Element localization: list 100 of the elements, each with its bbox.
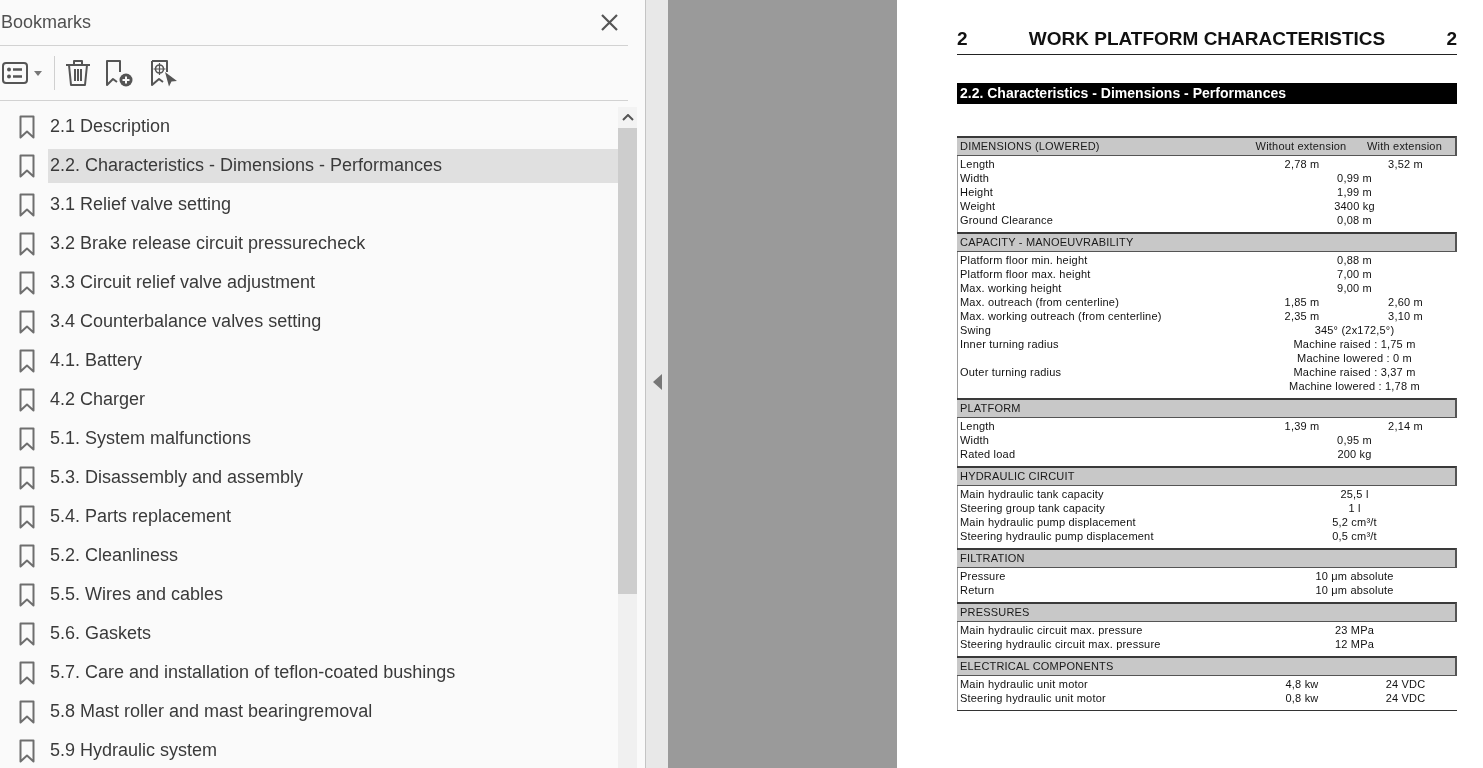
list-icon (2, 62, 28, 84)
row-value: Machine lowered : 1,78 m (1289, 380, 1420, 392)
row-value: 10 μm absolute (1315, 584, 1394, 596)
bookmark-icon (19, 387, 35, 412)
bookmark-item[interactable]: 5.7. Care and installation of teflon-coated bushings (48, 655, 618, 690)
row-value: 9,00 m (1337, 282, 1372, 294)
section-title: HYDRAULIC CIRCUIT (960, 470, 1075, 482)
select-bookmark-button[interactable] (150, 58, 178, 88)
bookmark-item[interactable]: 5.9 Hydraulic system (48, 733, 618, 768)
row-label: Rated load (960, 448, 1016, 460)
row-label: Height (960, 186, 993, 198)
bookmark-icon (19, 504, 35, 529)
row-label: Main hydraulic circuit max. pressure (960, 624, 1143, 636)
delete-button[interactable] (65, 58, 91, 88)
row-label: Width (960, 434, 990, 446)
row-value: 0,95 m (1337, 434, 1372, 446)
caret-down-icon (34, 70, 42, 76)
row-label: Main hydraulic pump displacement (960, 516, 1136, 528)
bookmark-cursor-icon (150, 59, 178, 87)
bookmark-item[interactable]: 5.8 Mast roller and mast bearingremoval (48, 694, 618, 729)
caret-up-icon (621, 114, 634, 121)
row-label: Ground Clearance (960, 214, 1054, 226)
row-label: Weight (960, 200, 996, 212)
bookmark-item[interactable]: 4.1. Battery (48, 343, 618, 378)
row-value: 1 l (1348, 502, 1361, 514)
bookmark-item[interactable]: 3.3 Circuit relief valve adjustment (48, 265, 618, 300)
bookmark-icon (19, 699, 35, 724)
chapter-number: 2 (957, 28, 968, 50)
row-label: Max. working height (960, 282, 1062, 294)
row-label: Main hydraulic tank capacity (960, 488, 1104, 500)
row-value: 5,2 cm³/t (1332, 516, 1377, 528)
bookmark-item[interactable]: 3.2 Brake release circuit pressurecheck (48, 226, 618, 261)
bookmark-icon (19, 153, 35, 178)
scrollbar-track[interactable] (618, 107, 637, 768)
row-value: 345° (2x172,5°) (1314, 324, 1395, 336)
row-value: 3,10 m (1388, 310, 1423, 322)
row-label: Swing (960, 324, 991, 336)
bookmark-item[interactable]: 3.4 Counterbalance valves setting (48, 304, 618, 339)
row-value: 0,88 m (1337, 254, 1372, 266)
row-value: 3400 kg (1334, 200, 1375, 212)
bookmark-icon (19, 426, 35, 451)
bookmark-item[interactable]: 5.3. Disassembly and assembly (48, 460, 618, 495)
section-title: FILTRATION (960, 552, 1025, 564)
bookmark-icon (19, 231, 35, 256)
bookmark-item[interactable]: 2.1 Description (48, 109, 618, 144)
bookmark-item[interactable]: 4.2 Charger (48, 382, 618, 417)
row-value: 4,8 kw (1285, 678, 1319, 690)
column-header: Without extension (1255, 140, 1347, 152)
row-label: Length (960, 158, 995, 170)
bookmark-plus-icon (105, 59, 133, 87)
row-label: Platform floor max. height (960, 268, 1091, 280)
section-banner: 2.2. Characteristics - Dimensions - Performances (957, 83, 1457, 104)
close-button[interactable] (600, 13, 618, 32)
row-label: Pressure (960, 570, 1006, 582)
bookmark-icon (19, 543, 35, 568)
row-value: Machine lowered : 0 m (1297, 352, 1412, 364)
bookmark-icon (19, 465, 35, 490)
bookmark-icon (19, 348, 35, 373)
row-value: 3,52 m (1388, 158, 1423, 170)
row-label: Max. working outreach (from centerline) (960, 310, 1162, 322)
row-value: 200 kg (1337, 448, 1372, 460)
row-value: 0,8 kw (1285, 692, 1319, 704)
scrollbar-thumb[interactable] (618, 128, 637, 594)
column-header: With extension (1367, 140, 1442, 152)
bookmark-item[interactable]: 5.1. System malfunctions (48, 421, 618, 456)
row-value: 24 VDC (1385, 692, 1426, 704)
row-value: 12 MPa (1334, 638, 1375, 650)
bookmark-item[interactable]: 5.6. Gaskets (48, 616, 618, 651)
bookmark-item[interactable]: 2.2. Characteristics - Dimensions - Performances (48, 148, 618, 183)
row-value: Machine raised : 1,75 m (1293, 338, 1416, 350)
bookmark-item[interactable]: 5.2. Cleanliness (48, 538, 618, 573)
panel-title: Bookmarks (0, 11, 92, 34)
bookmark-icon (19, 114, 35, 139)
row-value: 10 μm absolute (1315, 570, 1394, 582)
bookmark-icon (19, 738, 35, 763)
bookmark-icon (19, 270, 35, 295)
row-value: 0,5 cm³/t (1332, 530, 1377, 542)
new-bookmark-button[interactable] (105, 58, 133, 88)
bookmark-item[interactable]: 5.4. Parts replacement (48, 499, 618, 534)
bookmark-icon (19, 582, 35, 607)
close-icon (600, 14, 618, 31)
chapter-number: 2 (1446, 28, 1457, 50)
bookmark-icon (19, 660, 35, 685)
row-label: Steering hydraulic pump displacement (960, 530, 1154, 542)
left-triangle-icon[interactable] (652, 374, 662, 390)
section-title: ELECTRICAL COMPONENTS (960, 660, 1114, 672)
row-label: Steering group tank capacity (960, 502, 1106, 514)
row-label: Width (960, 172, 990, 184)
row-value: 1,99 m (1337, 186, 1372, 198)
row-value: 2,35 m (1284, 310, 1320, 322)
bookmark-item[interactable]: 5.5. Wires and cables (48, 577, 618, 612)
section-title: CAPACITY - MANOEUVRABILITY (960, 236, 1134, 248)
section-title: DIMENSIONS (LOWERED) (960, 140, 1100, 152)
bookmark-icon (19, 192, 35, 217)
trash-icon (65, 59, 91, 87)
bookmark-item[interactable]: 3.1 Relief valve setting (48, 187, 618, 222)
bookmark-icon (19, 621, 35, 646)
row-label: Length (960, 420, 995, 432)
row-label: Platform floor min. height (960, 254, 1088, 266)
row-value: 7,00 m (1337, 268, 1372, 280)
